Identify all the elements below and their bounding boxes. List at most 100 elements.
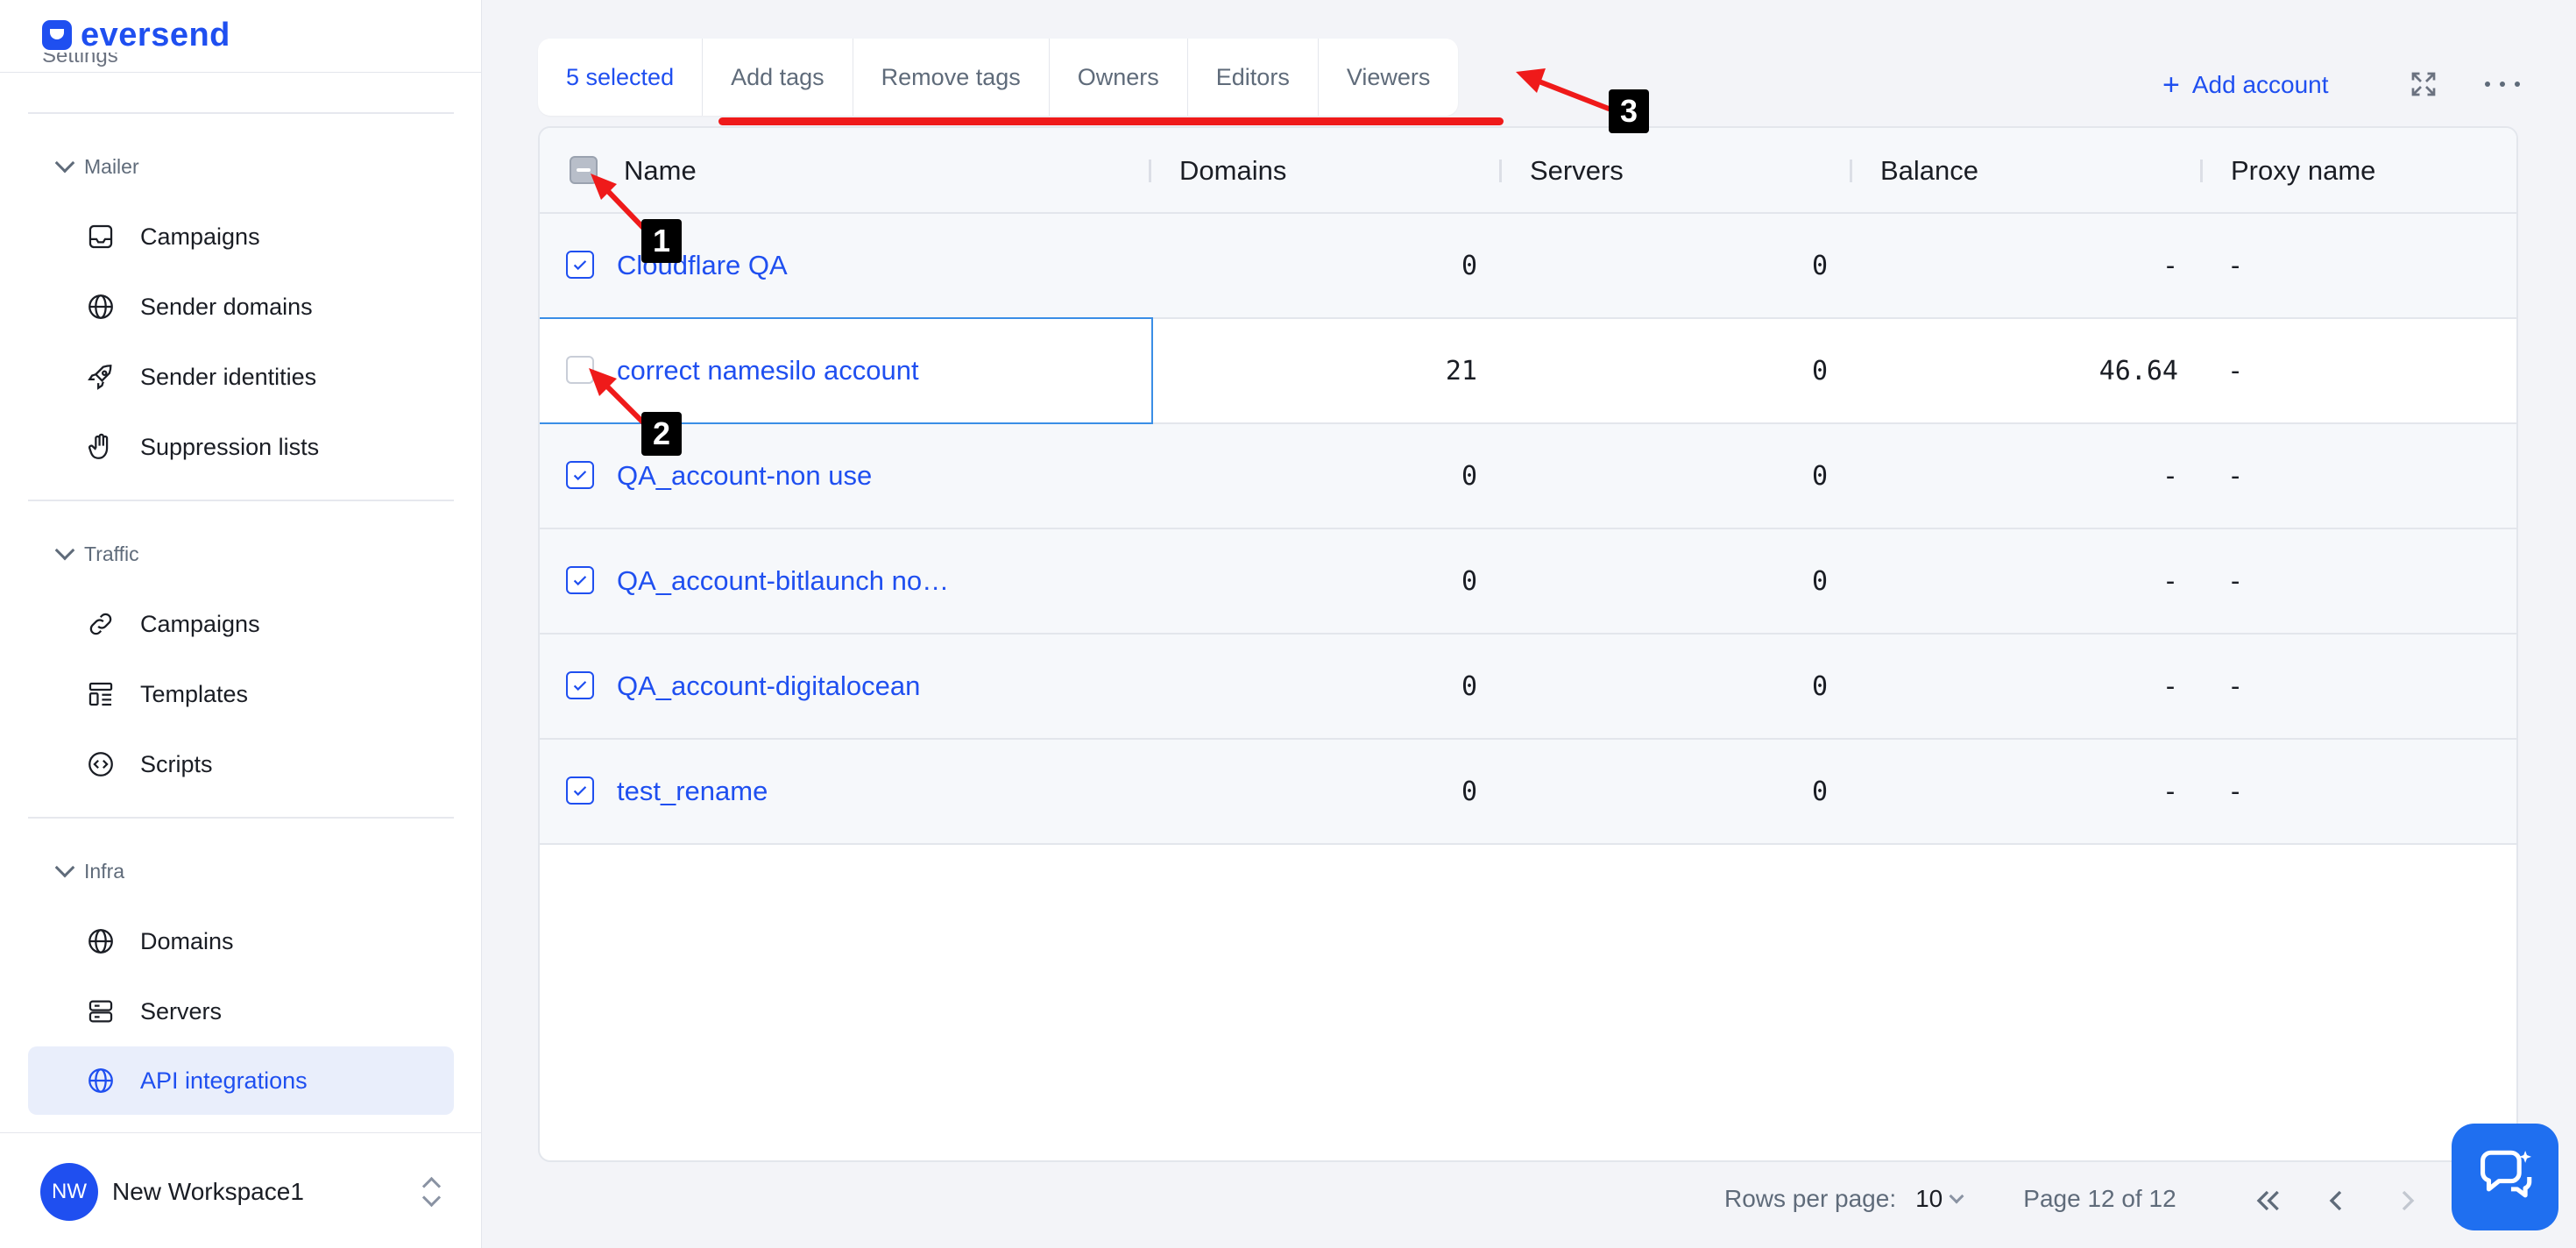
domains-cell: 0 [1461,670,1477,702]
account-name-link[interactable]: QA_account-bitlaunch no… [617,529,949,633]
sidebar-item-traffic-campaigns[interactable]: Campaigns [28,590,454,658]
owners-button[interactable]: Owners [1050,39,1188,116]
select-all-checkbox[interactable] [570,156,598,184]
balance-cell: - [2162,776,2178,807]
servers-cell: 0 [1811,355,1828,386]
group-header-infra[interactable]: Infra [54,857,124,885]
column-resize-handle[interactable] [1499,160,1502,182]
support-chat-button[interactable] [2452,1124,2558,1230]
column-header-proxy-name[interactable]: Proxy name [2231,128,2375,214]
column-resize-handle[interactable] [1850,160,1852,182]
table-row[interactable]: correct namesilo account 21 0 46.64 - [540,317,2516,424]
account-name-link[interactable]: QA_account-digitalocean [617,635,920,738]
sidebar-item-domains[interactable]: Domains [28,907,454,975]
sidebar-item-suppression-lists[interactable]: Suppression lists [28,413,454,481]
annotation-badge-3: 3 [1609,89,1649,133]
table-row[interactable]: Cloudflare QA 0 0 - - [540,214,2516,319]
sidebar-item-api-integrations[interactable]: API integrations [28,1046,454,1115]
proxy-cell: - [2231,355,2240,386]
column-header-servers[interactable]: Servers [1530,128,1624,214]
row-checkbox[interactable] [566,776,594,805]
table-row[interactable]: QA_account-digitalocean 0 0 - - [540,635,2516,740]
check-icon [573,786,587,797]
brand-logo[interactable]: eversend [42,16,230,54]
table-row[interactable]: QA_account-bitlaunch no… 0 0 - - [540,529,2516,635]
group-header-traffic[interactable]: Traffic [54,540,139,568]
accounts-table: Name Domains Servers Balance Proxy name … [538,126,2518,1162]
more-options-icon[interactable] [2485,70,2520,98]
first-page-icon[interactable] [2250,1183,2285,1218]
next-page-icon[interactable] [2390,1183,2425,1218]
scrolled-item-ghost: Settings [42,53,118,67]
servers-cell: 0 [1811,460,1828,492]
sidebar: eversend Settings Mailer Campaigns Sende… [0,0,482,1248]
chevron-up-down-icon [419,1174,443,1209]
check-icon [573,576,587,586]
page-indicator: Page 12 of 12 [2023,1185,2176,1212]
sidebar-item-mailer-campaigns[interactable]: Campaigns [28,202,454,271]
domains-cell: 21 [1445,355,1477,386]
balance-cell: - [2162,670,2178,702]
plus-icon: + [2162,68,2180,102]
template-icon [88,682,113,706]
rows-per-page-select[interactable]: 10 [1915,1185,1964,1213]
group-divider [28,817,454,819]
row-checkbox[interactable] [566,356,594,384]
selection-count[interactable]: 5 selected [538,39,704,116]
domains-cell: 0 [1461,565,1477,597]
previous-page-icon[interactable] [2318,1183,2353,1218]
group-divider [28,500,454,501]
pagination: Rows per page: 10 Page 12 of 12 [1724,1180,2176,1218]
annotation-badge-1: 1 [641,219,682,263]
balance-cell: - [2162,250,2178,281]
column-header-balance[interactable]: Balance [1880,128,1978,214]
inbox-icon [88,224,113,249]
servers-cell: 0 [1811,670,1828,702]
account-name-link[interactable]: test_rename [617,740,768,843]
check-icon [573,681,587,691]
sidebar-item-sender-domains[interactable]: Sender domains [28,273,454,341]
add-tags-button[interactable]: Add tags [703,39,853,116]
row-checkbox[interactable] [566,566,594,594]
column-header-domains[interactable]: Domains [1179,128,1286,214]
chevron-down-icon [1949,1188,1964,1204]
annotation-underline [718,117,1504,125]
chevron-down-icon [54,152,75,174]
workspace-switcher[interactable]: NW New Workspace1 [40,1163,443,1221]
balance-cell: - [2162,460,2178,492]
sidebar-item-sender-identities[interactable]: Sender identities [28,343,454,411]
globe-icon [88,294,113,319]
brand-name: eversend [81,16,230,53]
remove-tags-button[interactable]: Remove tags [853,39,1050,116]
check-icon [573,471,587,481]
code-icon [88,752,113,776]
footer-divider [0,1132,482,1133]
sidebar-item-servers[interactable]: Servers [28,977,454,1046]
fullscreen-icon[interactable] [2408,68,2439,100]
proxy-cell: - [2231,776,2240,806]
table-row[interactable]: test_rename 0 0 - - [540,740,2516,845]
servers-cell: 0 [1811,565,1828,597]
sidebar-item-scripts[interactable]: Scripts [28,730,454,798]
logo-divider [0,72,482,73]
row-checkbox[interactable] [566,461,594,489]
balance-cell: - [2162,565,2178,597]
chevron-down-icon [54,540,75,561]
proxy-cell: - [2231,250,2240,280]
editors-button[interactable]: Editors [1188,39,1319,116]
column-resize-handle[interactable] [2200,160,2203,182]
domains-cell: 0 [1461,776,1477,807]
add-account-button[interactable]: + Add account [2162,63,2329,107]
proxy-cell: - [2231,565,2240,596]
row-checkbox[interactable] [566,671,594,699]
column-header-name[interactable]: Name [624,128,697,214]
sidebar-item-templates[interactable]: Templates [28,660,454,728]
group-header-mailer[interactable]: Mailer [54,152,139,181]
row-checkbox[interactable] [566,251,594,279]
table-row[interactable]: QA_account-non use 0 0 - - [540,424,2516,529]
viewers-button[interactable]: Viewers [1319,39,1459,116]
chevron-down-icon [54,857,75,878]
account-name-link[interactable]: correct namesilo account [617,319,919,422]
column-resize-handle[interactable] [1149,160,1151,182]
servers-cell: 0 [1811,250,1828,281]
